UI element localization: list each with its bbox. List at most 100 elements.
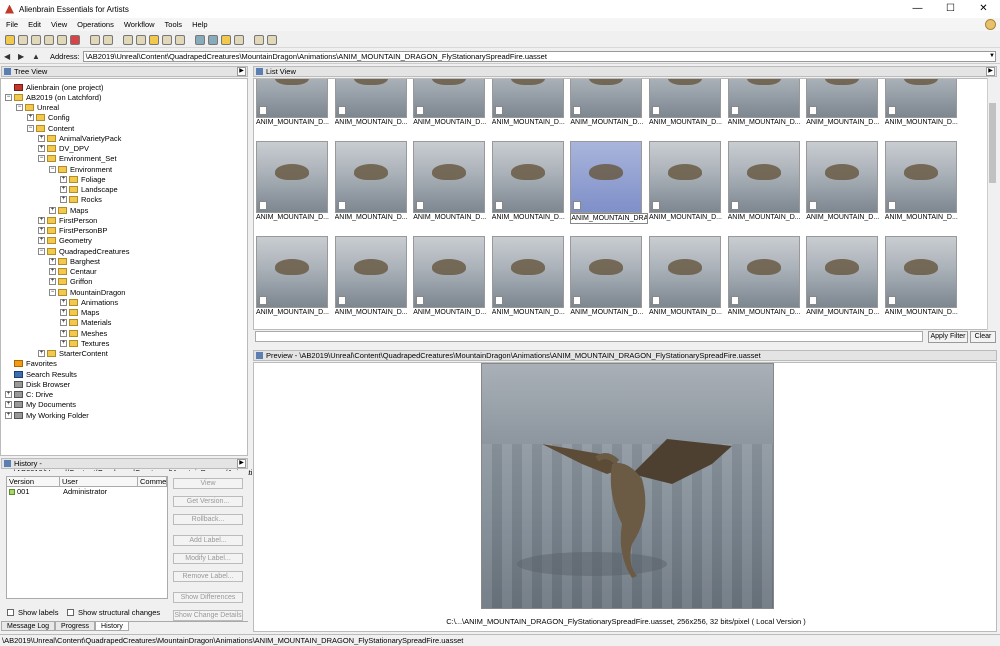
tree-node[interactable]: + Animations [60,297,118,307]
tab-progress[interactable]: Progress [55,622,96,631]
table-row[interactable]: 001 Administrator [7,487,167,497]
thumbnail[interactable]: ANIM_MOUNTAIN_D... [806,141,880,222]
expand-icon[interactable] [5,371,12,378]
expand-icon[interactable]: + [38,350,45,357]
refresh-icon[interactable] [90,34,100,45]
tree-node[interactable]: − Content [27,123,74,133]
minimize-button[interactable]: — [901,0,934,18]
tree-node[interactable]: + Maps [49,205,88,215]
history-icon[interactable] [175,34,185,45]
column-version[interactable]: Version [7,477,60,486]
import-icon[interactable] [57,34,67,45]
expand-icon[interactable]: + [49,257,56,265]
menu-file[interactable]: File [6,20,18,29]
settings-icon[interactable] [267,34,277,45]
tree-node[interactable]: + Geometry [38,236,92,246]
forward-icon[interactable]: ▶ [18,52,28,61]
tree-node[interactable]: − MountainDragon [49,287,125,297]
check-out-icon[interactable] [18,34,28,45]
expand-icon[interactable]: + [60,339,67,347]
thumbnail[interactable]: ANIM_MOUNTAIN_D... [491,79,566,127]
menu-view[interactable]: View [51,20,67,29]
close-button[interactable]: ✕ [967,0,1000,18]
column-user[interactable]: User [60,477,138,486]
menu-edit[interactable]: Edit [28,20,41,29]
expand-icon[interactable]: + [27,114,34,122]
thumbnail[interactable]: ANIM_MOUNTAIN_D... [727,236,802,317]
new-folder-icon[interactable] [149,34,159,45]
tree-node[interactable]: + Materials [60,318,111,328]
expand-icon[interactable]: + [38,134,45,142]
expand-icon[interactable]: + [60,319,67,327]
show-structural-changes-checkbox[interactable]: Show structural changes [67,608,160,617]
message-icon[interactable] [254,34,264,45]
menu-help[interactable]: Help [192,20,207,29]
apply-filter-button[interactable]: Apply Filter [928,331,968,343]
list-scrollbar[interactable] [987,78,997,330]
tree-node[interactable]: + Meshes [60,328,107,338]
check-in-icon[interactable] [31,34,41,45]
expand-icon[interactable]: + [38,145,45,152]
sync-icon[interactable] [103,34,113,45]
find-icon[interactable] [162,34,172,45]
tree-node[interactable]: + Foliage [60,174,106,184]
expand-icon[interactable]: + [49,206,56,214]
get-version-button[interactable]: Get Version... [173,496,243,507]
thumbnail[interactable]: ANIM_MOUNTAIN_D... [649,236,723,317]
tree-node[interactable]: − QuadrapedCreatures [38,246,129,256]
thumbnail[interactable]: ANIM_MOUNTAIN_D... [806,236,880,317]
expand-icon[interactable]: + [38,237,45,245]
thumbnail[interactable]: ANIM_MOUNTAIN_D... [413,236,487,317]
tree-node[interactable]: + My Working Folder [5,410,89,420]
tree-node[interactable]: + My Documents [5,400,76,410]
selected-thumbnail[interactable]: ANIM_MOUNTAIN_DRAGON_FlyStationarySpread… [570,141,649,224]
thumbnail[interactable]: ANIM_MOUNTAIN_D... [256,79,330,127]
thumbnail[interactable]: ANIM_MOUNTAIN_D... [806,79,880,127]
label-icon[interactable] [234,34,244,45]
undo-checkout-icon[interactable] [44,34,54,45]
maximize-button[interactable]: ☐ [934,0,967,18]
view-button[interactable]: View [173,478,243,489]
thumbnail[interactable]: ANIM_MOUNTAIN_D... [570,79,644,127]
tree-node[interactable]: − Unreal [16,103,59,113]
tree-node[interactable]: + Barghest [49,256,100,266]
thumbnail[interactable]: ANIM_MOUNTAIN_D... [256,141,330,222]
menu-tools[interactable]: Tools [165,20,183,29]
tree-node[interactable]: + DV_DPV [38,144,89,154]
column-comment[interactable]: Comme [138,477,167,486]
expand-icon[interactable]: − [38,155,45,163]
tab-message-log[interactable]: Message Log [1,622,56,631]
menu-operations[interactable]: Operations [77,20,114,29]
expand-icon[interactable]: + [5,401,12,409]
tree-node[interactable]: + Textures [60,338,109,348]
view-icon[interactable] [195,34,205,45]
get-latest-icon[interactable] [5,34,15,45]
thumbnail[interactable]: ANIM_MOUNTAIN_D... [413,79,487,127]
thumbnail[interactable]: ANIM_MOUNTAIN_D... [884,236,959,317]
expand-icon[interactable] [5,381,12,388]
show-change-details-button[interactable]: Show Change Details [173,610,243,621]
help-icon[interactable] [985,19,996,30]
tree-node[interactable]: + Griffon [49,277,92,287]
modify-label-button[interactable]: Modify Label... [173,553,243,564]
expand-icon[interactable]: + [60,196,67,204]
delete-icon[interactable] [70,34,80,45]
thumbnail[interactable]: ANIM_MOUNTAIN_D... [413,141,487,222]
rollback-button[interactable]: Rollback... [173,514,243,525]
expand-icon[interactable]: − [49,288,56,296]
expand-icon[interactable]: + [60,329,67,337]
tree-node[interactable]: + Maps [60,308,99,318]
show-differences-button[interactable]: Show Differences [173,592,243,603]
show-labels-checkbox[interactable]: Show labels [7,608,58,617]
tree-node[interactable]: Favorites [5,359,57,369]
tree-node[interactable]: Search Results [5,369,77,379]
thumbnail[interactable]: ANIM_MOUNTAIN_D... [334,236,409,317]
expand-icon[interactable]: + [49,268,56,275]
tree-node[interactable]: + FirstPersonBP [38,226,107,236]
expand-icon[interactable]: + [5,391,12,398]
history-menu-icon[interactable]: ▶ [237,459,246,468]
thumbnail[interactable]: ANIM_MOUNTAIN_D... [649,141,723,222]
tree-node[interactable]: + Centaur [49,267,97,277]
expand-icon[interactable]: + [38,227,45,234]
thumbnail[interactable]: ANIM_MOUNTAIN_D... [334,79,409,127]
